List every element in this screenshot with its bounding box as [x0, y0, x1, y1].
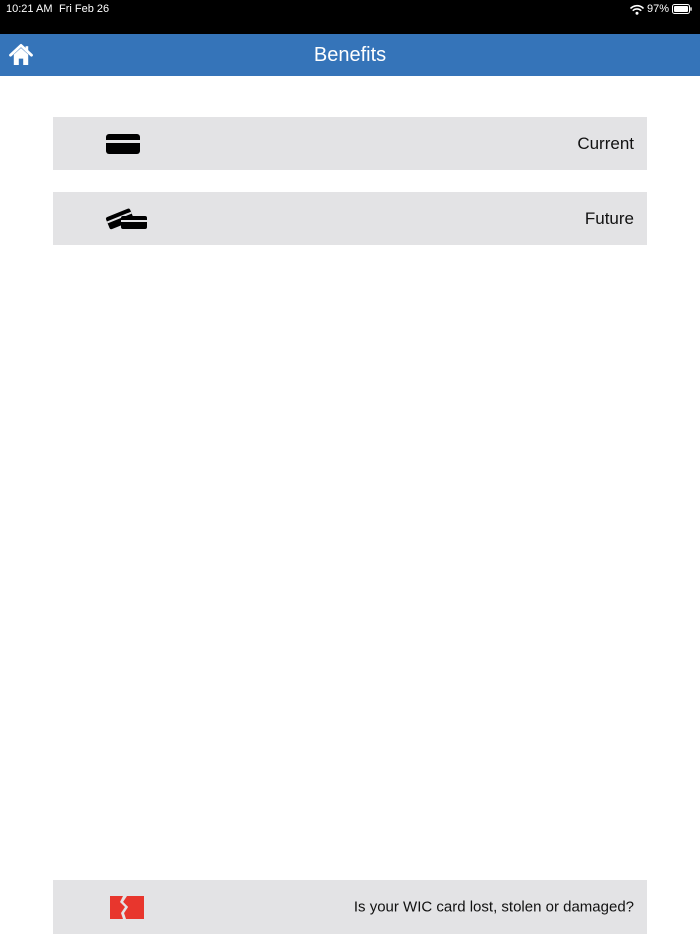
- battery-icon: [672, 4, 692, 14]
- broken-card-icon: [110, 895, 144, 920]
- credit-card-icon: [106, 133, 140, 154]
- lost-card-button[interactable]: Is your WIC card lost, stolen or damaged…: [53, 880, 647, 934]
- wifi-icon: [630, 4, 644, 15]
- current-label: Current: [577, 133, 634, 153]
- current-benefits-button[interactable]: Current: [53, 117, 647, 170]
- lost-card-label: Is your WIC card lost, stolen or damaged…: [353, 898, 634, 916]
- nav-bar: Benefits: [0, 34, 700, 76]
- future-label: Future: [584, 208, 634, 228]
- status-bar: 10:21 AM Fri Feb 26 97%: [0, 0, 700, 34]
- page-title: Benefits: [313, 44, 387, 66]
- status-date: Fri Feb 26: [59, 3, 110, 15]
- future-benefits-button[interactable]: Future: [53, 192, 647, 245]
- status-indicators: 97%: [630, 2, 692, 16]
- stacked-cards-icon: [106, 208, 147, 229]
- battery-percent: 97%: [646, 3, 669, 15]
- status-time: 10:21 AM: [6, 3, 53, 15]
